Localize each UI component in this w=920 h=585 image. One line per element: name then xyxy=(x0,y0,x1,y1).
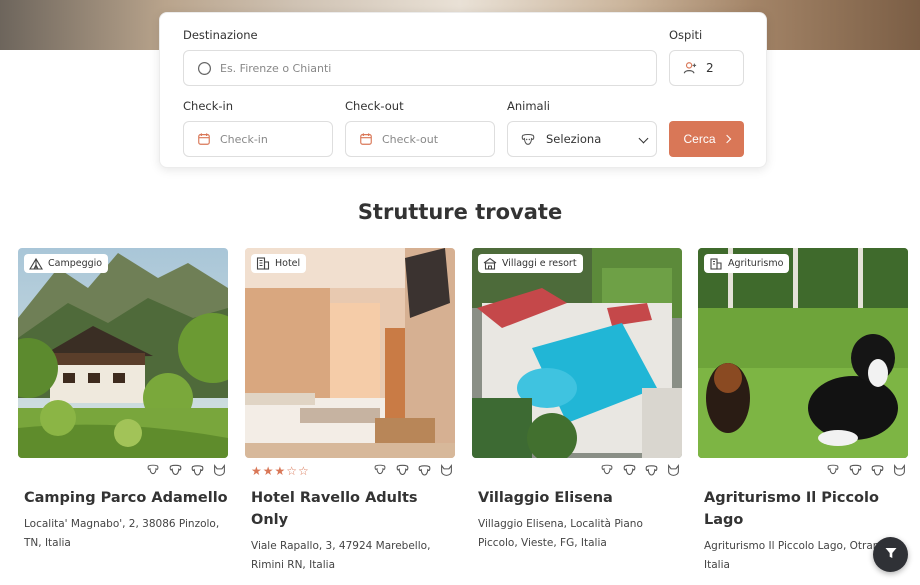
property-address: Villaggio Elisena, Località Piano Piccol… xyxy=(478,518,643,549)
category-label: Villaggi e resort xyxy=(502,258,577,269)
property-address: Viale Rapallo, 3, 47924 Marebello, Rimin… xyxy=(251,540,431,571)
medium-dog-icon xyxy=(623,464,636,476)
checkout-placeholder: Check-out xyxy=(382,132,439,146)
destination-input[interactable]: Es. Firenze o Chianti xyxy=(183,50,657,86)
search-button-label: Cerca xyxy=(683,132,716,146)
property-photo[interactable]: Campeggio xyxy=(18,248,228,458)
chevron-right-icon xyxy=(722,134,731,144)
calendar-icon xyxy=(358,131,374,147)
search-button[interactable]: Cerca xyxy=(669,121,744,157)
results-title: Strutture trovate xyxy=(357,200,563,224)
medium-dog-icon xyxy=(169,464,182,476)
property-name[interactable]: Hotel Ravello Adults Only xyxy=(245,487,455,531)
dog-icon xyxy=(520,131,536,147)
destination-label: Destinazione xyxy=(183,28,258,42)
cat-icon xyxy=(440,464,453,476)
property-photo[interactable]: Agriturismo xyxy=(698,248,908,458)
large-dog-icon xyxy=(191,464,204,476)
location-icon xyxy=(196,60,212,76)
animals-label: Animali xyxy=(507,99,550,113)
medium-dog-icon xyxy=(396,464,409,476)
property-card[interactable]: Hotel ★★★☆☆ Hotel Ravello Adults Only Vi… xyxy=(245,248,455,575)
pet-icons xyxy=(827,464,906,476)
checkout-input[interactable]: Check-out xyxy=(345,121,495,157)
property-card[interactable]: Campeggio Camping Parco Adamello Localit… xyxy=(18,248,228,553)
property-card[interactable]: Agriturismo Agriturismo Il Piccolo Lago … xyxy=(698,248,908,575)
property-photo[interactable]: Hotel xyxy=(245,248,455,458)
pet-icons xyxy=(147,464,226,476)
destination-placeholder: Es. Firenze o Chianti xyxy=(220,61,332,75)
animals-select[interactable]: Seleziona xyxy=(507,121,657,157)
card-meta xyxy=(698,458,908,486)
hotel-icon xyxy=(256,257,270,270)
tent-icon xyxy=(29,257,43,270)
card-meta xyxy=(472,458,682,486)
property-card[interactable]: Villaggi e resort Villaggio Elisena Vill… xyxy=(472,248,682,553)
checkout-label: Check-out xyxy=(345,99,404,113)
resort-icon xyxy=(483,257,497,270)
large-dog-icon xyxy=(418,464,431,476)
farmhouse-icon xyxy=(709,257,723,270)
category-label: Hotel xyxy=(275,258,301,269)
pet-icons xyxy=(374,464,453,476)
property-address: Localita' Magnabo', 2, 38086 Pinzolo, TN… xyxy=(24,518,220,549)
small-dog-icon xyxy=(827,464,840,476)
category-label: Campeggio xyxy=(48,258,103,269)
property-name[interactable]: Camping Parco Adamello xyxy=(18,487,228,509)
property-name[interactable]: Agriturismo Il Piccolo Lago xyxy=(698,487,908,531)
cat-icon xyxy=(213,464,226,476)
guests-label: Ospiti xyxy=(669,28,703,42)
category-label: Agriturismo xyxy=(728,258,784,269)
guests-input[interactable]: 2 xyxy=(669,50,744,86)
checkin-input[interactable]: Check-in xyxy=(183,121,333,157)
filter-icon xyxy=(884,545,898,564)
medium-dog-icon xyxy=(849,464,862,476)
chevron-down-icon xyxy=(638,133,649,144)
category-badge: Hotel xyxy=(251,254,307,273)
category-badge: Villaggi e resort xyxy=(478,254,583,273)
category-badge: Agriturismo xyxy=(704,254,790,273)
card-meta xyxy=(18,458,228,486)
property-photo[interactable]: Villaggi e resort xyxy=(472,248,682,458)
star-rating: ★★★☆☆ xyxy=(251,464,310,478)
small-dog-icon xyxy=(147,464,160,476)
animals-value: Seleziona xyxy=(546,132,602,146)
checkin-placeholder: Check-in xyxy=(220,132,268,146)
property-name[interactable]: Villaggio Elisena xyxy=(472,487,682,509)
cat-icon xyxy=(667,464,680,476)
calendar-icon xyxy=(196,131,212,147)
filter-button[interactable] xyxy=(873,537,908,572)
search-form: Destinazione Es. Firenze o Chianti Ospit… xyxy=(159,12,767,168)
cat-icon xyxy=(893,464,906,476)
small-dog-icon xyxy=(601,464,614,476)
category-badge: Campeggio xyxy=(24,254,109,273)
large-dog-icon xyxy=(645,464,658,476)
guests-icon xyxy=(682,60,698,76)
pet-icons xyxy=(601,464,680,476)
checkin-label: Check-in xyxy=(183,99,234,113)
small-dog-icon xyxy=(374,464,387,476)
large-dog-icon xyxy=(871,464,884,476)
guests-value: 2 xyxy=(706,61,714,75)
card-meta: ★★★☆☆ xyxy=(245,458,455,486)
